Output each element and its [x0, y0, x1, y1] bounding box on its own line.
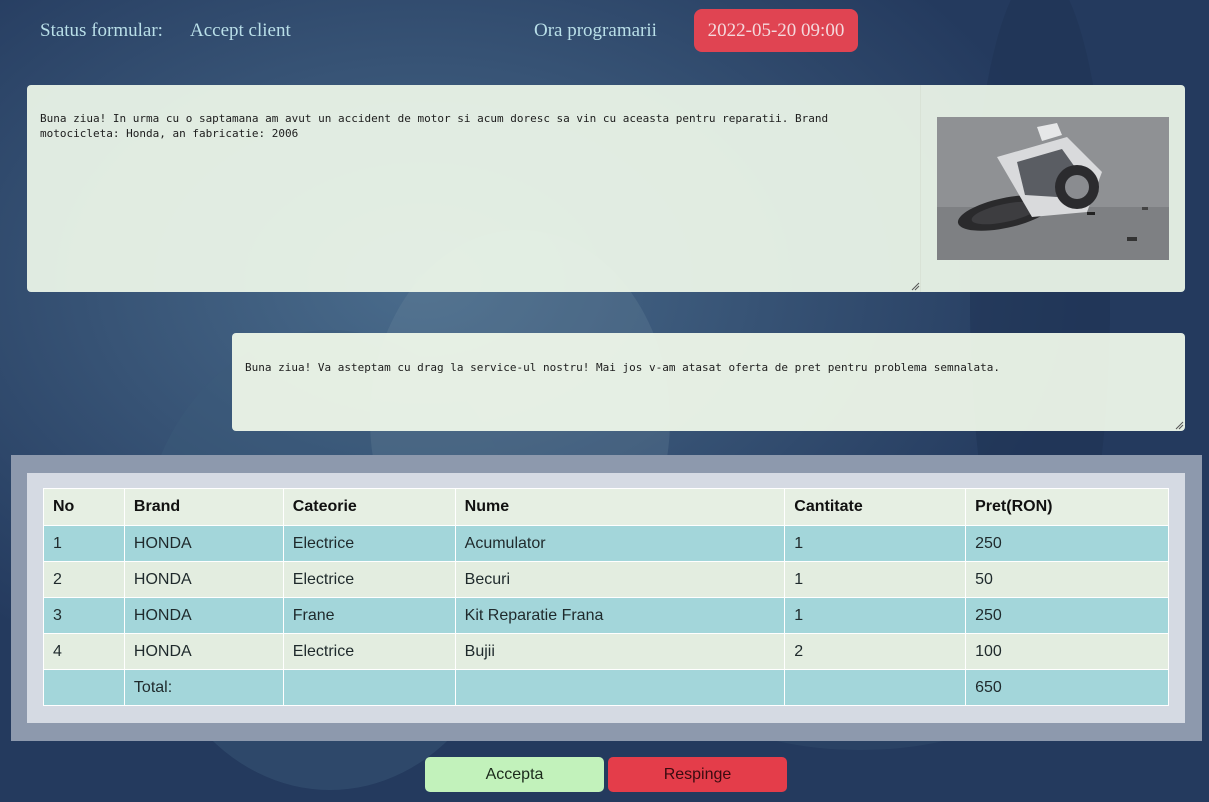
- cell-quantity: 1: [784, 597, 967, 634]
- cell-empty: [784, 669, 967, 706]
- cell-price: 250: [965, 525, 1169, 562]
- cell-no: 3: [43, 597, 125, 634]
- reject-button[interactable]: Respinge: [608, 757, 787, 792]
- cell-quantity: 2: [784, 633, 967, 670]
- total-label: Total:: [123, 669, 284, 706]
- table-header-row: No Brand Cateorie Nume Cantitate Pret(RO…: [43, 488, 1169, 526]
- resize-handle-icon[interactable]: [1174, 420, 1184, 430]
- cell-no: 2: [43, 561, 125, 598]
- client-message-textarea[interactable]: Buna ziua! In urma cu o saptamana am avu…: [40, 111, 910, 141]
- cell-category: Electrice: [282, 525, 456, 562]
- cell-no: 1: [43, 525, 125, 562]
- client-message-panel: Buna ziua! In urma cu o saptamana am avu…: [27, 85, 1185, 292]
- cell-brand: HONDA: [123, 525, 284, 562]
- cell-empty: [43, 669, 125, 706]
- column-header-name: Nume: [454, 488, 786, 526]
- cell-empty: [454, 669, 786, 706]
- cell-brand: HONDA: [123, 633, 284, 670]
- table-row: 2 HONDA Electrice Becuri 1 50: [43, 561, 1169, 598]
- total-value: 650: [965, 669, 1169, 706]
- table-row: 1 HONDA Electrice Acumulator 1 250: [43, 525, 1169, 562]
- resize-handle-icon[interactable]: [910, 281, 920, 291]
- reply-message-panel: Buna ziua! Va asteptam cu drag la servic…: [232, 333, 1185, 431]
- cell-name: Becuri: [454, 561, 786, 598]
- cell-category: Electrice: [282, 561, 456, 598]
- table-total-row: Total: 650: [43, 669, 1169, 706]
- column-header-quantity: Cantitate: [784, 488, 967, 526]
- panel-divider: [920, 85, 921, 292]
- crashed-motorcycle-photo: [937, 117, 1169, 260]
- cell-name: Bujii: [454, 633, 786, 670]
- column-header-category: Cateorie: [282, 488, 456, 526]
- cell-name: Acumulator: [454, 525, 786, 562]
- cell-empty: [282, 669, 456, 706]
- status-value: Accept client: [190, 20, 291, 41]
- table-row: 4 HONDA Electrice Bujii 2 100: [43, 633, 1169, 670]
- appointment-datetime-badge: 2022-05-20 09:00: [694, 9, 858, 52]
- status-label: Status formular:: [40, 20, 163, 41]
- accept-button[interactable]: Accepta: [425, 757, 604, 792]
- cell-brand: HONDA: [123, 597, 284, 634]
- column-header-brand: Brand: [123, 488, 284, 526]
- cell-price: 250: [965, 597, 1169, 634]
- cell-quantity: 1: [784, 561, 967, 598]
- cell-category: Electrice: [282, 633, 456, 670]
- cell-category: Frane: [282, 597, 456, 634]
- table-row: 3 HONDA Frane Kit Reparatie Frana 1 250: [43, 597, 1169, 634]
- cell-name: Kit Reparatie Frana: [454, 597, 786, 634]
- cell-quantity: 1: [784, 525, 967, 562]
- offer-table: No Brand Cateorie Nume Cantitate Pret(RO…: [43, 488, 1169, 706]
- appointment-label: Ora programarii: [534, 20, 657, 41]
- cell-price: 100: [965, 633, 1169, 670]
- cell-no: 4: [43, 633, 125, 670]
- cell-brand: HONDA: [123, 561, 284, 598]
- column-header-price: Pret(RON): [965, 488, 1169, 526]
- reply-message-textarea[interactable]: Buna ziua! Va asteptam cu drag la servic…: [245, 360, 1165, 375]
- cell-price: 50: [965, 561, 1169, 598]
- column-header-no: No: [43, 488, 125, 526]
